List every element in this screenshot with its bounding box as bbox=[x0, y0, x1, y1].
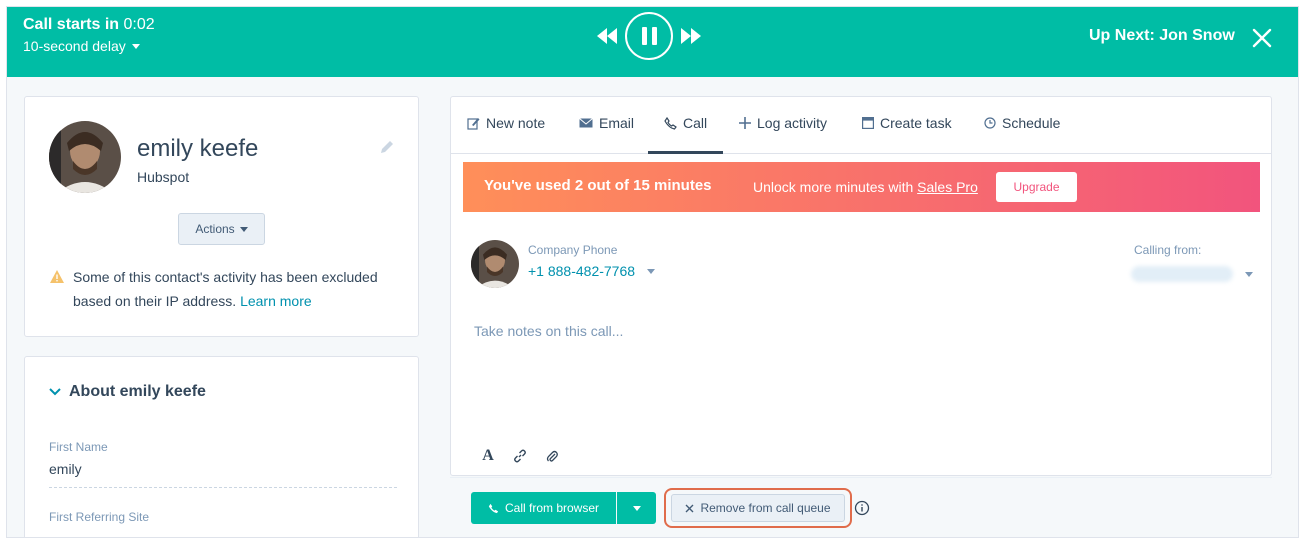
active-tab-indicator bbox=[648, 151, 723, 154]
pencil-icon bbox=[381, 141, 393, 153]
call-notes-input[interactable]: Take notes on this call... bbox=[474, 323, 1254, 433]
first-name-label: First Name bbox=[49, 440, 108, 454]
redacted-number bbox=[1131, 266, 1233, 282]
tab-label: Log activity bbox=[757, 115, 828, 131]
activity-tabs: New note Email Call Log activity Create … bbox=[451, 97, 1271, 154]
avatar bbox=[49, 121, 121, 193]
minutes-usage-banner: You've used 2 out of 15 minutes Unlock m… bbox=[463, 162, 1260, 212]
edit-contact-button[interactable] bbox=[379, 139, 395, 155]
first-referring-site-label: First Referring Site bbox=[49, 510, 150, 524]
insert-link-button[interactable] bbox=[511, 447, 529, 465]
contact-photo bbox=[471, 240, 519, 288]
envelope-icon bbox=[579, 118, 593, 128]
up-next-label: Up Next: Jon Snow bbox=[1089, 27, 1235, 44]
pause-icon bbox=[641, 27, 647, 45]
contact-photo bbox=[49, 121, 121, 193]
info-icon bbox=[854, 500, 870, 516]
first-name-value[interactable]: emily bbox=[49, 461, 82, 477]
call-queue-window: Call starts in 0:02 10-second delay Up N… bbox=[6, 6, 1299, 538]
phone-number-dropdown[interactable]: +1 888-482-7768 bbox=[528, 263, 656, 279]
call-countdown-section: Call starts in 0:02 10-second delay bbox=[23, 16, 155, 56]
chevron-down-icon bbox=[49, 388, 61, 396]
about-section-toggle[interactable]: About emily keefe bbox=[49, 383, 206, 401]
chevron-down-icon bbox=[647, 268, 656, 274]
warning-text: Some of this contact's activity has been… bbox=[73, 269, 378, 309]
tab-label: Email bbox=[599, 115, 635, 131]
avatar bbox=[471, 240, 519, 288]
tab-label: New note bbox=[486, 115, 546, 131]
contact-company: Hubspot bbox=[137, 169, 190, 185]
call-starts-label: Call starts in bbox=[23, 16, 120, 33]
call-countdown-title: Call starts in 0:02 bbox=[23, 16, 155, 34]
contact-card: emily keefe Hubspot Actions Some of this… bbox=[24, 96, 419, 337]
call-from-browser-button[interactable]: Call from browser bbox=[471, 492, 616, 524]
text-format-icon: A bbox=[482, 447, 494, 464]
actions-label: Actions bbox=[195, 222, 235, 236]
playback-controls bbox=[597, 12, 701, 60]
tab-call[interactable]: Call bbox=[664, 115, 707, 131]
tab-label: Create task bbox=[880, 115, 952, 131]
call-queue-topbar: Call starts in 0:02 10-second delay Up N… bbox=[7, 7, 1298, 77]
about-card: About emily keefe First Name emily First… bbox=[24, 356, 419, 537]
unlock-prefix: Unlock more minutes with bbox=[753, 179, 914, 195]
remove-button-label: Remove from call queue bbox=[700, 501, 831, 515]
actions-button[interactable]: Actions bbox=[178, 213, 265, 245]
call-footer: Call from browser Remove from call queue bbox=[450, 477, 1272, 537]
warning-icon bbox=[50, 270, 64, 283]
contact-name: emily keefe bbox=[137, 135, 259, 162]
calling-from-dropdown[interactable] bbox=[1131, 263, 1253, 285]
delay-label: 10-second delay bbox=[23, 38, 126, 54]
paperclip-icon bbox=[546, 450, 558, 462]
countdown-timer: 0:02 bbox=[123, 16, 155, 33]
phone-number: +1 888-482-7768 bbox=[528, 263, 636, 279]
next-button[interactable] bbox=[681, 26, 701, 46]
phone-type-label: Company Phone bbox=[528, 243, 618, 257]
call-options-dropdown[interactable] bbox=[617, 492, 656, 524]
tab-email[interactable]: Email bbox=[579, 115, 634, 131]
activity-panel: New note Email Call Log activity Create … bbox=[450, 96, 1272, 476]
ip-exclusion-warning: Some of this contact's activity has been… bbox=[49, 265, 399, 313]
chevron-down-icon bbox=[1245, 271, 1253, 277]
fast-forward-icon bbox=[681, 28, 701, 44]
previous-button[interactable] bbox=[597, 26, 617, 46]
chevron-down-icon bbox=[239, 226, 248, 232]
tab-log-activity[interactable]: Log activity bbox=[739, 115, 827, 131]
chevron-down-icon bbox=[632, 505, 641, 511]
divider bbox=[49, 487, 397, 488]
delay-dropdown[interactable]: 10-second delay bbox=[23, 38, 140, 54]
close-button[interactable] bbox=[1251, 27, 1273, 49]
remove-from-queue-button[interactable]: Remove from call queue bbox=[671, 494, 845, 522]
tab-label: Schedule bbox=[1002, 115, 1061, 131]
learn-more-link[interactable]: Learn more bbox=[240, 293, 312, 309]
pause-button[interactable] bbox=[625, 12, 673, 60]
text-format-button[interactable]: A bbox=[479, 447, 497, 465]
attach-file-button[interactable] bbox=[543, 447, 561, 465]
info-button[interactable] bbox=[854, 500, 870, 516]
pause-icon-bar bbox=[651, 27, 657, 45]
tab-schedule[interactable]: Schedule bbox=[984, 115, 1060, 131]
sales-pro-link[interactable]: Sales Pro bbox=[917, 179, 978, 195]
calling-from-label: Calling from: bbox=[1134, 243, 1202, 257]
link-icon bbox=[514, 449, 526, 463]
close-icon bbox=[1252, 28, 1272, 48]
tab-new-note[interactable]: New note bbox=[467, 115, 545, 131]
plus-icon bbox=[739, 117, 751, 129]
unlock-minutes-text: Unlock more minutes with Sales Pro bbox=[753, 179, 978, 195]
tab-create-task[interactable]: Create task bbox=[862, 115, 952, 131]
tab-label: Call bbox=[683, 115, 708, 131]
phone-icon bbox=[664, 116, 677, 130]
minutes-used-text: You've used 2 out of 15 minutes bbox=[484, 177, 712, 194]
rewind-icon bbox=[597, 28, 617, 44]
chevron-down-icon bbox=[131, 43, 140, 49]
task-icon bbox=[862, 117, 874, 129]
clock-icon bbox=[984, 117, 996, 129]
phone-icon bbox=[488, 503, 499, 513]
upgrade-button[interactable]: Upgrade bbox=[996, 172, 1077, 202]
about-title: About emily keefe bbox=[69, 383, 206, 400]
close-icon bbox=[685, 504, 694, 512]
call-button-label: Call from browser bbox=[504, 501, 600, 515]
highlight-outline: Remove from call queue bbox=[664, 488, 852, 528]
pencil-square-icon bbox=[467, 117, 480, 130]
